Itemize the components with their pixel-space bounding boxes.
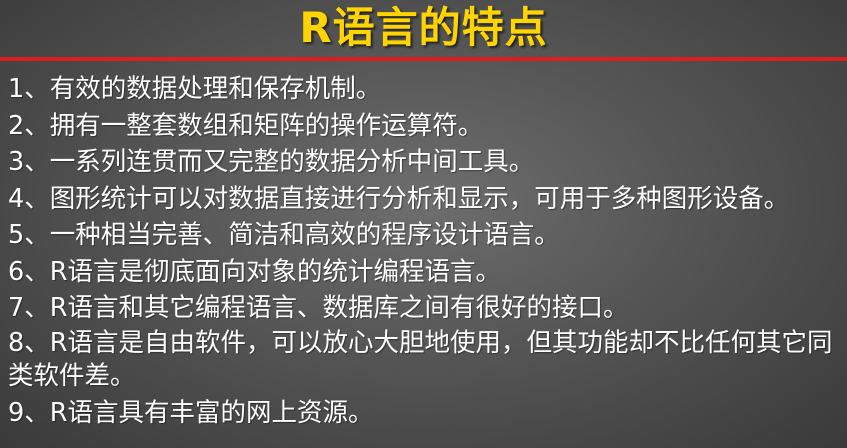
list-item: 4、图形统计可以对数据直接进行分析和显示，可用于多种图形设备。 [8, 183, 790, 214]
list-item: 7、R语言和其它编程语言、数据库之间有很好的接口。 [8, 293, 629, 323]
slide: R语言的特点 1、有效的数据处理和保存机制。 2、拥有一整套数组和矩阵的操作运算… [0, 0, 847, 448]
list-item: 3、一系列连贯而又完整的数据分析中间工具。 [8, 147, 535, 177]
title-divider [0, 57, 847, 61]
list-item: 2、拥有一整套数组和矩阵的操作运算符。 [8, 110, 484, 141]
list-item: 6、R语言是彻底面向对象的统计编程语言。 [8, 256, 501, 287]
list-item: 9、R语言具有丰富的网上资源。 [8, 397, 374, 428]
list-item: 5、一种相当完善、简洁和高效的程序设计语言。 [8, 220, 560, 250]
list-item: 8、R语言是自由软件，可以放心大胆地使用，但其功能却不比任何其它同类软件差。 [8, 327, 833, 391]
feature-list: 1、有效的数据处理和保存机制。 2、拥有一整套数组和矩阵的操作运算符。 3、一系… [8, 71, 840, 431]
slide-title: R语言的特点 [299, 3, 548, 52]
list-item: 1、有效的数据处理和保存机制。 [8, 74, 382, 104]
